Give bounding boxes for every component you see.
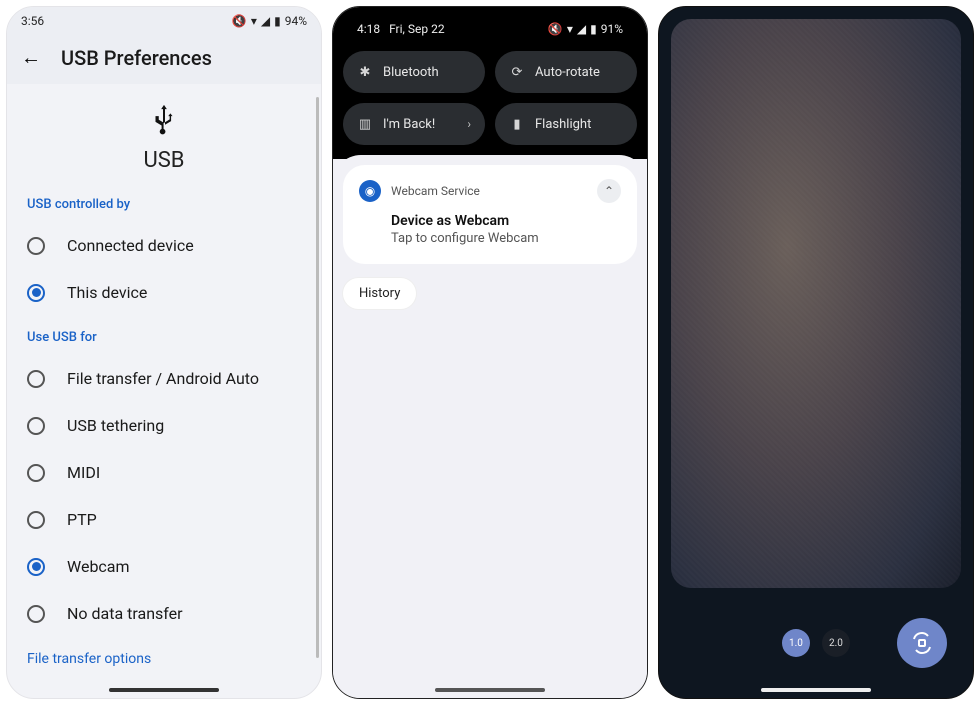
radio-label: Connected device [67, 236, 194, 255]
radio-label: File transfer / Android Auto [67, 369, 259, 388]
battery-icon: ▮ [590, 22, 597, 36]
nav-pill[interactable] [435, 688, 545, 692]
radio-label: Webcam [67, 557, 130, 576]
qs-tile-label: Bluetooth [383, 65, 439, 80]
usb-icon [7, 102, 321, 142]
notification-app-name: Webcam Service [391, 184, 480, 198]
radio-icon[interactable] [27, 605, 45, 623]
collapse-icon[interactable]: ⌃ [597, 179, 621, 203]
bluetooth-icon: ✱ [357, 65, 373, 80]
qs-tile-label: I'm Back! [383, 117, 435, 132]
notification-body: Tap to configure Webcam [391, 231, 621, 246]
battery-pct: 94% [285, 14, 307, 28]
usb-hero: USB [7, 84, 321, 183]
battery-pct: 91% [601, 22, 623, 36]
status-date: Fri, Sep 22 [389, 22, 445, 36]
section-controlled-by: USB controlled by [7, 183, 321, 222]
mute-icon: 🔇 [232, 14, 247, 28]
nav-pill[interactable] [109, 688, 219, 692]
file-transfer-options-link[interactable]: File transfer options [7, 637, 321, 681]
radio-icon[interactable] [27, 558, 45, 576]
switch-camera-icon [910, 631, 934, 655]
usb-heading: USB [7, 148, 321, 173]
use-usb-for-option[interactable]: USB tethering [7, 402, 321, 449]
camera-preview[interactable] [671, 19, 961, 588]
title-bar: ← USB Preferences [7, 35, 321, 84]
status-right: 🔇 ▾ ◢ ▮ 94% [232, 14, 307, 28]
use-usb-for-option[interactable]: MIDI [7, 449, 321, 496]
radio-icon[interactable] [27, 237, 45, 255]
radio-label: PTP [67, 510, 97, 529]
battery-icon: ▮ [274, 14, 281, 28]
radio-icon[interactable] [27, 284, 45, 302]
camera-control-bar: 1.0 2.0 [659, 588, 973, 698]
use-usb-for-option[interactable]: No data transfer [7, 590, 321, 637]
use-usb-for-option[interactable]: PTP [7, 496, 321, 543]
radio-icon[interactable] [27, 511, 45, 529]
qs-tile-rotate[interactable]: ⟳ Auto-rotate [495, 51, 637, 93]
notification-title: Device as Webcam [391, 213, 621, 229]
status-time: 4:18 [357, 22, 380, 36]
qs-tile-device[interactable]: ▥ I'm Back! › [343, 103, 485, 145]
status-time: 3:56 [21, 14, 44, 28]
flashlight-icon: ▮ [509, 117, 525, 132]
zoom-1x0[interactable]: 1.0 [782, 629, 810, 657]
status-right: 🔇 ▾ ◢ ▮ 91% [548, 22, 623, 36]
status-time-date: 4:18 Fri, Sep 22 [357, 22, 445, 36]
radio-icon[interactable] [27, 464, 45, 482]
page-title: USB Preferences [61, 46, 212, 70]
qs-tile-label: Auto-rotate [535, 65, 600, 80]
signal-icon: ◢ [261, 14, 270, 28]
radio-icon[interactable] [27, 417, 45, 435]
qs-tile-flashlight[interactable]: ▮ Flashlight [495, 103, 637, 145]
controlled-by-option[interactable]: This device [7, 269, 321, 316]
quick-settings-grid: ✱ Bluetooth ⟳ Auto-rotate ▥ I'm Back! › ▮ Flashl… [343, 51, 637, 145]
use-usb-for-option[interactable]: File transfer / Android Auto [7, 355, 321, 402]
zoom-row: 1.0 2.0 [782, 629, 850, 657]
radio-icon[interactable] [27, 370, 45, 388]
radio-label: This device [67, 283, 147, 302]
device-icon: ▥ [357, 117, 373, 132]
use-usb-for-option[interactable]: Webcam [7, 543, 321, 590]
zoom-2x0[interactable]: 2.0 [822, 629, 850, 657]
nav-pill[interactable] [761, 688, 871, 692]
radio-label: USB tethering [67, 416, 164, 435]
phone-quick-settings: 4:18 Fri, Sep 22 🔇 ▾ ◢ ▮ 91% ✱ Bluetooth ⟳… [332, 6, 648, 699]
qs-tile-label: Flashlight [535, 117, 591, 132]
qs-tile-bluetooth[interactable]: ✱ Bluetooth [343, 51, 485, 93]
radio-label: MIDI [67, 463, 100, 482]
back-icon[interactable]: ← [21, 45, 41, 70]
status-bar: 4:18 Fri, Sep 22 🔇 ▾ ◢ ▮ 91% [343, 15, 637, 43]
radio-label: No data transfer [67, 604, 183, 623]
chevron-right-icon: › [467, 117, 471, 131]
controlled-by-option[interactable]: Connected device [7, 222, 321, 269]
status-bar: 3:56 🔇 ▾ ◢ ▮ 94% [7, 7, 321, 35]
scroll-indicator[interactable] [316, 97, 319, 658]
rotate-icon: ⟳ [509, 65, 525, 80]
wifi-icon: ▾ [567, 22, 573, 36]
switch-camera-button[interactable] [897, 618, 947, 668]
history-chip[interactable]: History [343, 278, 416, 309]
phone-usb-prefs: 3:56 🔇 ▾ ◢ ▮ 94% ← USB Preferences USB U… [6, 6, 322, 699]
section-use-for: Use USB for [7, 316, 321, 355]
wifi-icon: ▾ [251, 14, 257, 28]
mute-icon: 🔇 [548, 22, 563, 36]
webcam-app-icon: ◉ [359, 180, 381, 202]
signal-icon: ◢ [577, 22, 586, 36]
notification-card[interactable]: ◉ Webcam Service ⌃ Device as Webcam Tap … [343, 165, 637, 264]
phone-webcam-preview: 1.0 2.0 [658, 6, 974, 699]
notification-shade: ◉ Webcam Service ⌃ Device as Webcam Tap … [333, 155, 647, 698]
